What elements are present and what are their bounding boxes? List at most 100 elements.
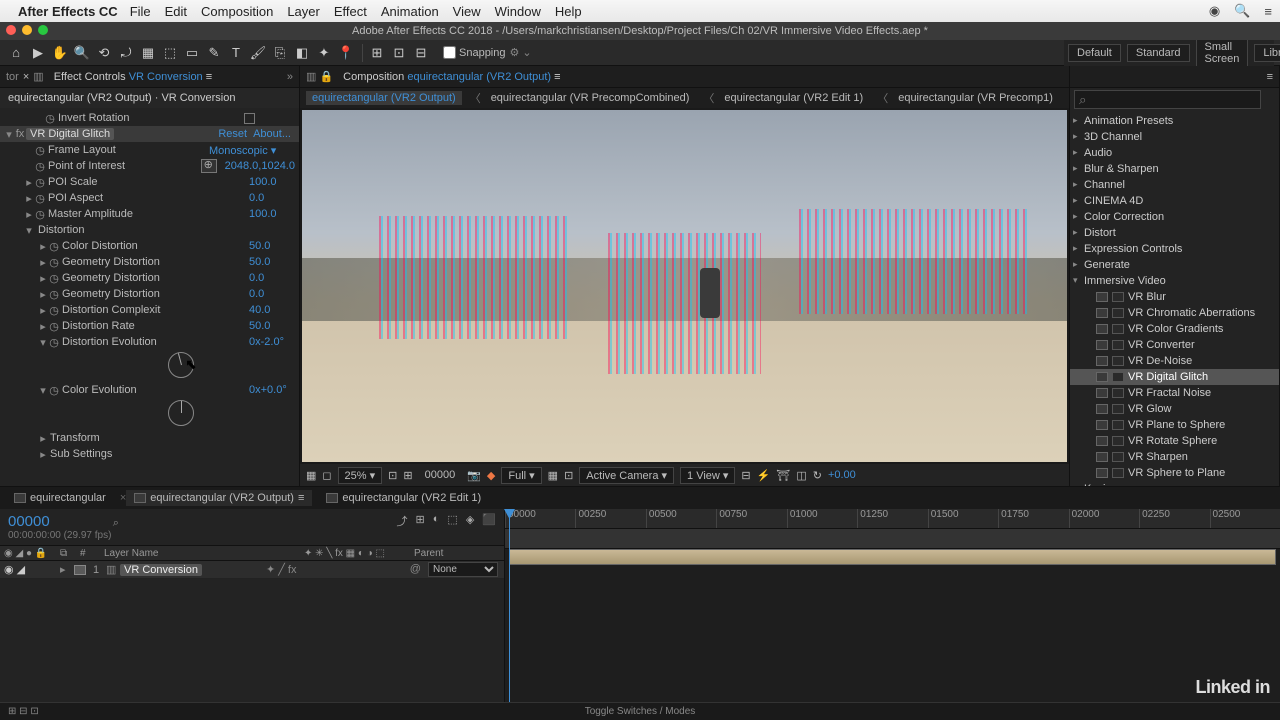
spotlight-icon[interactable]: 🔍	[1234, 3, 1250, 19]
effect-controls-tab[interactable]: Effect Controls VR Conversion ≡	[48, 69, 218, 85]
effect-item[interactable]: VR Sharpen	[1070, 449, 1279, 465]
toggle-switches-button[interactable]: Toggle Switches / Modes	[585, 706, 696, 717]
param-value[interactable]: 100.0	[245, 176, 295, 188]
timeline-tab[interactable]: equirectangular (VR2 Edit 1)	[318, 490, 489, 506]
reset-exposure-icon[interactable]: ↻	[813, 469, 822, 482]
viewer-grid-icon[interactable]: ▦	[306, 469, 316, 482]
panel-menu-icon[interactable]: ≡	[1267, 71, 1273, 83]
workspace-small[interactable]: Small Screen	[1196, 38, 1249, 68]
hand-tool-icon[interactable]: ✋	[50, 43, 70, 63]
category-item[interactable]: Keying	[1070, 481, 1279, 486]
rotate-tool-icon[interactable]: ⤾	[116, 43, 136, 63]
effect-item[interactable]: VR Rotate Sphere	[1070, 433, 1279, 449]
zoom-window-button[interactable]	[38, 25, 48, 35]
resolution-dropdown[interactable]: Full ▾	[501, 467, 541, 484]
camera-tool-icon[interactable]: ▦	[138, 43, 158, 63]
effects-search-input[interactable]	[1074, 90, 1261, 109]
menu-edit[interactable]: Edit	[165, 4, 187, 19]
param-value[interactable]: 100.0	[245, 208, 295, 220]
poi-value[interactable]: 2048.0,1024.0	[221, 160, 295, 172]
layer-bar[interactable]	[509, 549, 1276, 565]
menu-animation[interactable]: Animation	[381, 4, 439, 19]
effect-item[interactable]: VR Chromatic Aberrations	[1070, 305, 1279, 321]
effect-item[interactable]: VR De-Noise	[1070, 353, 1279, 369]
shy-toggle-icon[interactable]: ⤴	[397, 513, 408, 529]
workspace-libraries[interactable]: Libraries	[1254, 44, 1280, 62]
param-value[interactable]: 0.0	[245, 288, 295, 300]
draft-3d-icon[interactable]: ⬛	[482, 513, 496, 529]
prev-tab-icon[interactable]: tor	[6, 71, 19, 83]
frame-blend-icon[interactable]: ⊞	[416, 513, 425, 529]
parent-dropdown[interactable]: None	[428, 562, 498, 577]
views-dropdown[interactable]: 1 View ▾	[680, 467, 735, 484]
category-item[interactable]: CINEMA 4D	[1070, 193, 1279, 209]
viewer-guides-icon[interactable]: ⊞	[403, 469, 412, 482]
composition-tab[interactable]: Composition equirectangular (VR2 Output)…	[337, 69, 566, 85]
layer-name[interactable]: VR Conversion	[120, 564, 202, 576]
crumb-item[interactable]: equirectangular (VR2 Output)	[306, 91, 462, 105]
frame-layout-dropdown[interactable]: Monoscopic ▾	[205, 144, 295, 157]
world-axis-icon[interactable]: ⊡	[389, 43, 409, 63]
effect-item[interactable]: VR Sphere to Plane	[1070, 465, 1279, 481]
expand-icon[interactable]: ⊞ ⊟ ⊡	[8, 706, 39, 717]
stopwatch-icon[interactable]: ◷	[34, 144, 46, 157]
current-time[interactable]: 00000	[419, 468, 462, 482]
playhead[interactable]	[509, 509, 510, 718]
type-tool-icon[interactable]: T	[226, 43, 246, 63]
crumb-prev-icon[interactable]: 〈	[1063, 90, 1069, 106]
stopwatch-icon[interactable]: ◷	[44, 112, 56, 125]
menu-icon[interactable]: ≡	[1264, 4, 1272, 19]
camera-dropdown[interactable]: Active Camera ▾	[579, 467, 674, 484]
viewer-mask-icon[interactable]: ◻	[322, 469, 331, 482]
effect-item[interactable]: VR Glow	[1070, 401, 1279, 417]
selection-tool-icon[interactable]: ▶	[28, 43, 48, 63]
viewer-res-icon[interactable]: ⊡	[388, 469, 397, 482]
snapping-toggle[interactable]: Snapping ⚙ ⌄	[443, 46, 532, 59]
current-timecode[interactable]: 00000	[8, 513, 50, 530]
category-item[interactable]: 3D Channel	[1070, 129, 1279, 145]
crumb-item[interactable]: equirectangular (VR Precomp1)	[892, 91, 1059, 105]
pin-icon[interactable]: ▥	[33, 70, 43, 83]
effect-item[interactable]: VR Converter	[1070, 337, 1279, 353]
color-evolution-dial[interactable]	[168, 400, 194, 426]
menu-composition[interactable]: Composition	[201, 4, 273, 19]
timeline-search-icon[interactable]: ⌕	[113, 517, 119, 529]
eraser-tool-icon[interactable]: ◧	[292, 43, 312, 63]
timeline-tab-active[interactable]: equirectangular (VR2 Output) ≡	[126, 490, 312, 506]
invert-rotation-checkbox[interactable]	[244, 113, 255, 124]
motion-blur-icon[interactable]: ◐	[433, 513, 440, 529]
flowchart-icon[interactable]: ◫	[796, 469, 806, 482]
crumb-item[interactable]: equirectangular (VR PrecompCombined)	[485, 91, 696, 105]
app-name[interactable]: After Effects CC	[18, 4, 118, 19]
param-value[interactable]: 50.0	[245, 240, 295, 252]
channel-icon[interactable]: ◆	[487, 469, 495, 482]
zoom-tool-icon[interactable]: 🔍	[72, 43, 92, 63]
poi-target-icon[interactable]	[201, 159, 217, 173]
fx-toggle-icon[interactable]: fx	[14, 128, 26, 140]
param-value[interactable]: 50.0	[245, 320, 295, 332]
clone-tool-icon[interactable]: ⎘	[270, 43, 290, 63]
cc-icon[interactable]: ◉	[1209, 3, 1220, 19]
timeline-tab[interactable]: equirectangular	[6, 490, 114, 506]
timeline-icon[interactable]: ⛩	[776, 469, 790, 482]
category-item[interactable]: Audio	[1070, 145, 1279, 161]
category-item[interactable]: Channel	[1070, 177, 1279, 193]
effect-item-selected[interactable]: VR Digital Glitch	[1070, 369, 1279, 385]
menu-file[interactable]: File	[130, 4, 151, 19]
twirl-icon[interactable]: ▾	[4, 128, 14, 141]
snapshot-icon[interactable]: 📷	[467, 469, 481, 482]
twirl-icon[interactable]: ▾	[24, 224, 34, 237]
menu-window[interactable]: Window	[495, 4, 541, 19]
param-value[interactable]: 0.0	[245, 192, 295, 204]
menu-layer[interactable]: Layer	[287, 4, 320, 19]
category-item[interactable]: Animation Presets	[1070, 113, 1279, 129]
zoom-dropdown[interactable]: 25% ▾	[338, 467, 383, 484]
crumb-item[interactable]: equirectangular (VR2 Edit 1)	[718, 91, 869, 105]
shape-tool-icon[interactable]: ▭	[182, 43, 202, 63]
graph-editor-icon[interactable]: ⬚	[447, 513, 457, 529]
close-window-button[interactable]	[6, 25, 16, 35]
menu-effect[interactable]: Effect	[334, 4, 367, 19]
local-axis-icon[interactable]: ⊞	[367, 43, 387, 63]
composition-viewer[interactable]	[302, 110, 1067, 462]
exposure-value[interactable]: +0.00	[828, 469, 856, 481]
